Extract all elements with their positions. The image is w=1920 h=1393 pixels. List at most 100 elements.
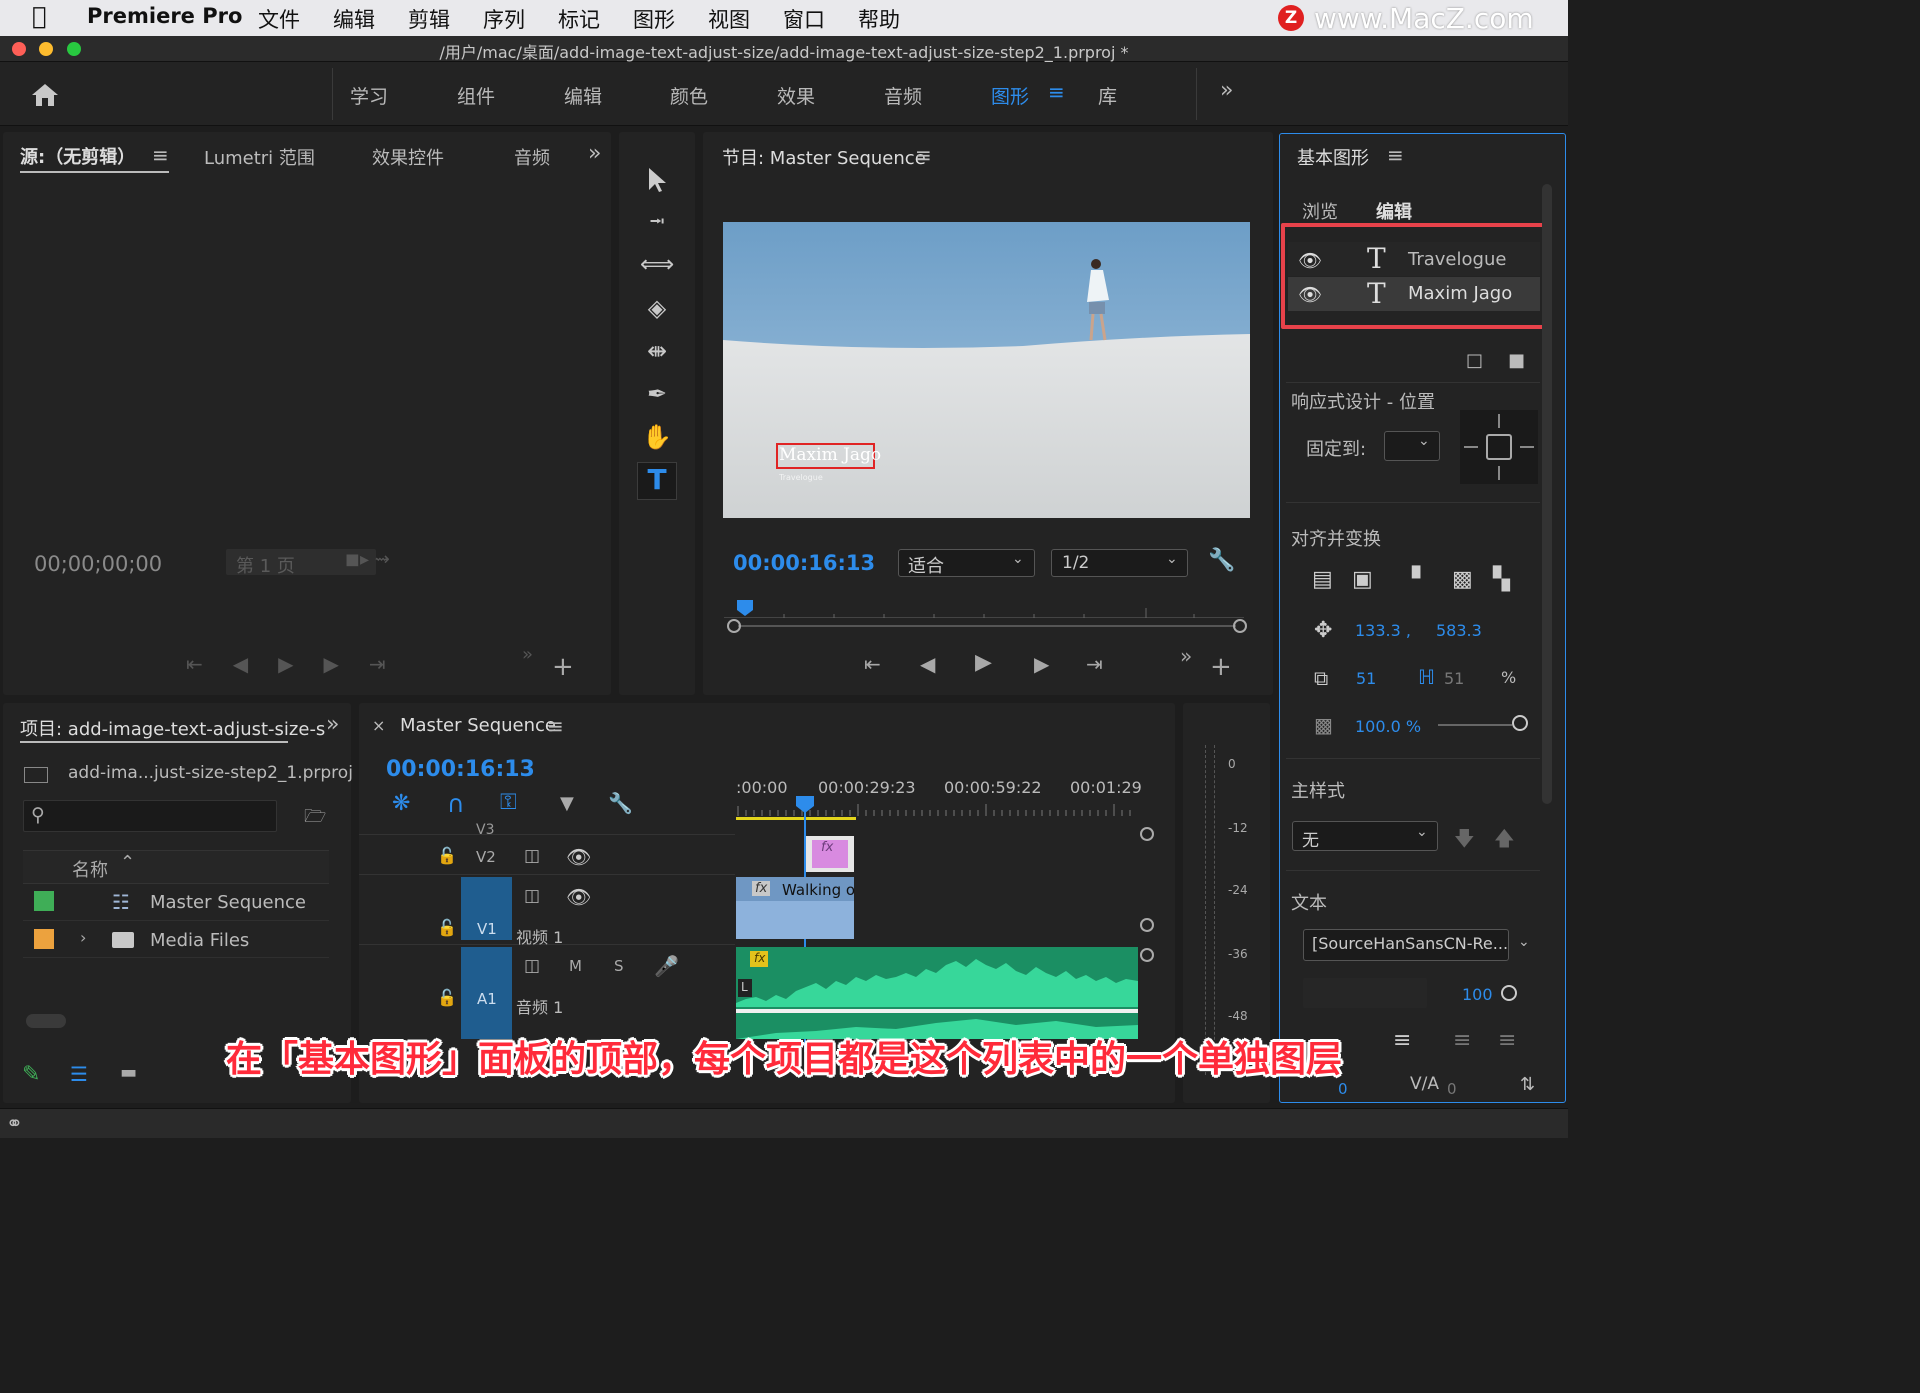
pen-tool-icon[interactable]: ✒ <box>640 377 674 411</box>
align-horizontal-center-icon[interactable]: ▣ <box>1352 567 1373 592</box>
workspace-menu-icon[interactable]: ≡ <box>1048 80 1065 104</box>
type-tool-icon[interactable]: T <box>637 462 677 500</box>
program-title[interactable]: 节目: Master Sequence <box>722 144 926 170</box>
push-style-up-icon[interactable]: 🡅 <box>1494 824 1515 858</box>
creative-cloud-icon[interactable]: ⚭ <box>6 1111 23 1135</box>
menu-file[interactable]: 文件 <box>258 4 300 34</box>
workspace-effects[interactable]: 效果 <box>777 82 815 109</box>
project-title[interactable]: 项目: add-image-text-adjust-size-s <box>20 715 325 741</box>
snap-magnet-icon[interactable]: ∩ <box>447 790 465 818</box>
lock-icon[interactable]: 🔓 <box>437 988 457 1007</box>
tab-source[interactable]: 源:（无剪辑） <box>20 143 135 169</box>
program-add-button-icon[interactable]: + <box>1210 654 1232 680</box>
sort-ascending-icon[interactable]: ⌃ <box>120 852 135 873</box>
new-layer-icon[interactable]: ■ <box>1508 350 1525 371</box>
project-search-input[interactable] <box>23 800 277 832</box>
font-chevron-down-icon[interactable]: ⌄ <box>1518 934 1530 950</box>
hand-tool-icon[interactable]: ✋ <box>640 420 674 454</box>
track-v2-label[interactable]: V2 <box>476 848 496 866</box>
font-style-select[interactable] <box>1303 978 1427 1008</box>
menu-clip[interactable]: 剪辑 <box>408 4 450 34</box>
program-timecode[interactable]: 00:00:16:13 <box>733 551 875 575</box>
label-color-swatch[interactable] <box>34 929 54 949</box>
push-style-down-icon[interactable]: 🡇 <box>1454 824 1475 858</box>
lock-icon[interactable]: 🔓 <box>437 846 457 865</box>
workspace-audio[interactable]: 音频 <box>884 82 922 109</box>
position-y-value[interactable]: 583.3 <box>1436 621 1482 640</box>
menu-marker[interactable]: 标记 <box>558 4 600 34</box>
program-scrub-bar[interactable] <box>724 600 1248 640</box>
kerning-value[interactable]: 0 <box>1447 1080 1457 1098</box>
project-item-master-sequence[interactable]: Master Sequence <box>150 892 306 913</box>
track-scroll-handle[interactable] <box>1140 918 1154 932</box>
solo-button[interactable]: S <box>614 957 624 975</box>
workspace-learn[interactable]: 学习 <box>350 82 388 109</box>
track-v1-label[interactable]: V1 <box>477 920 497 938</box>
menu-app-name[interactable]: Premiere Pro <box>87 4 242 28</box>
apple-icon[interactable]:  <box>32 2 46 30</box>
program-menu-icon[interactable]: ≡ <box>915 143 932 167</box>
play-icon[interactable]: ▶ <box>975 652 992 674</box>
align-bottom-icon[interactable]: ▚ <box>1493 567 1510 592</box>
pin-edges-widget[interactable] <box>1460 410 1538 484</box>
close-sequence-icon[interactable]: × <box>372 716 385 735</box>
column-name-label[interactable]: 名称 <box>72 856 108 882</box>
source-transport-controls[interactable]: ⇤◀▶▶⇥ <box>186 652 416 676</box>
essential-graphics-scrollbar[interactable] <box>1542 184 1552 804</box>
track-scroll-handle[interactable] <box>1140 827 1154 841</box>
razor-tool-icon[interactable]: ◈ <box>640 291 674 325</box>
source-overflow-icon[interactable]: » <box>588 141 601 166</box>
nest-sequence-icon[interactable]: ❋ <box>392 791 410 816</box>
track-a1-label[interactable]: A1 <box>477 990 497 1008</box>
timeline-title[interactable]: Master Sequence <box>400 715 556 736</box>
workspace-graphics[interactable]: 图形 <box>991 82 1029 109</box>
tab-edit[interactable]: 编辑 <box>1376 198 1412 224</box>
track-scroll-handle[interactable] <box>1140 948 1154 962</box>
step-forward-icon[interactable]: ▶ <box>1034 654 1049 674</box>
eye-icon[interactable]: 👁 <box>566 885 591 909</box>
pin-to-select[interactable] <box>1384 431 1440 461</box>
sync-lock-icon[interactable]: ◫ <box>524 886 540 906</box>
essential-graphics-title[interactable]: 基本图形 <box>1297 144 1369 170</box>
menu-view[interactable]: 视图 <box>708 4 750 34</box>
source-add-button-icon[interactable]: + <box>552 652 574 682</box>
align-top-icon[interactable]: ▘ <box>1412 567 1429 592</box>
workspace-assembly[interactable]: 组件 <box>457 82 495 109</box>
track-select-tool-icon[interactable]: ⭲ <box>640 204 674 238</box>
menu-edit[interactable]: 编辑 <box>333 4 375 34</box>
menu-help[interactable]: 帮助 <box>858 4 900 34</box>
home-icon[interactable] <box>30 82 60 108</box>
menu-graphics[interactable]: 图形 <box>633 4 675 34</box>
ripple-edit-tool-icon[interactable]: ⟺ <box>640 247 674 281</box>
workspace-color[interactable]: 颜色 <box>670 82 708 109</box>
tab-effect-controls[interactable]: 效果控件 <box>372 144 444 170</box>
align-middle-icon[interactable]: ▩ <box>1452 567 1473 592</box>
scale-value[interactable]: 51 <box>1356 669 1376 688</box>
new-bin-search-icon[interactable]: 🗁 <box>304 804 326 834</box>
tracking-value[interactable]: 0 <box>1338 1080 1348 1098</box>
font-size-slider-handle[interactable] <box>1501 985 1517 1001</box>
workspace-libraries[interactable]: 库 <box>1098 82 1117 109</box>
project-item-media-files[interactable]: Media Files <box>150 930 249 951</box>
essential-graphics-menu-icon[interactable]: ≡ <box>1387 143 1404 167</box>
new-group-folder-icon[interactable]: □ <box>1466 350 1483 371</box>
program-settings-wrench-icon[interactable]: 🔧 <box>1208 548 1235 573</box>
go-to-out-icon[interactable]: ⇥ <box>1086 654 1103 674</box>
project-zoom-slider[interactable] <box>26 1014 66 1028</box>
sync-lock-icon[interactable]: ◫ <box>524 846 540 866</box>
uniform-scale-link-icon[interactable]: ℍ <box>1418 665 1435 689</box>
timeline-menu-icon[interactable]: ≡ <box>547 714 564 738</box>
workspace-overflow-icon[interactable]: » <box>1220 78 1233 103</box>
lock-icon[interactable]: 🔓 <box>437 918 457 937</box>
tab-lumetri-scopes[interactable]: Lumetri 范围 <box>204 144 315 170</box>
program-transport-overflow-icon[interactable]: » <box>1180 646 1192 666</box>
source-transport-overflow-icon[interactable]: » <box>522 644 533 665</box>
label-color-swatch[interactable] <box>34 891 54 911</box>
workspace-editing[interactable]: 编辑 <box>564 82 602 109</box>
scale-height-value[interactable]: 51 <box>1444 669 1464 688</box>
mute-button[interactable]: M <box>569 957 582 975</box>
project-overflow-icon[interactable]: » <box>326 712 339 737</box>
selection-tool-icon[interactable] <box>646 166 668 194</box>
track-v3-label[interactable]: V3 <box>476 822 494 838</box>
tab-browse[interactable]: 浏览 <box>1302 198 1338 224</box>
